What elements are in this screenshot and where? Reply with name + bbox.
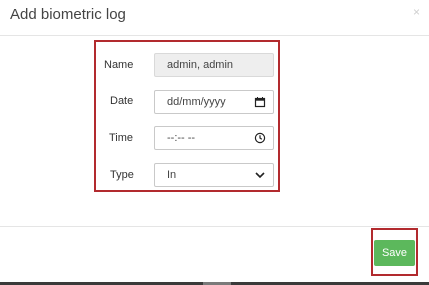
time-label: Time xyxy=(109,132,134,144)
name-label: Name xyxy=(104,59,134,71)
chevron-down-icon[interactable] xyxy=(254,169,266,181)
type-selected-value: In xyxy=(167,169,177,181)
date-placeholder: dd/mm/yyyy xyxy=(167,96,226,108)
date-field[interactable]: dd/mm/yyyy xyxy=(154,90,274,114)
calendar-icon[interactable] xyxy=(254,96,266,108)
name-value: admin, admin xyxy=(167,59,234,71)
footer-divider xyxy=(0,226,429,227)
time-field[interactable]: --:-- -- xyxy=(154,126,274,150)
type-label: Type xyxy=(110,169,134,181)
date-label: Date xyxy=(110,95,134,107)
header-divider xyxy=(0,35,429,36)
clock-icon[interactable] xyxy=(254,132,266,144)
close-icon[interactable]: × xyxy=(413,5,420,19)
save-button[interactable]: Save xyxy=(374,240,415,266)
type-select[interactable]: In xyxy=(154,163,274,187)
modal-title: Add biometric log xyxy=(10,6,126,23)
time-placeholder: --:-- -- xyxy=(167,132,196,144)
name-field: admin, admin xyxy=(154,53,274,77)
